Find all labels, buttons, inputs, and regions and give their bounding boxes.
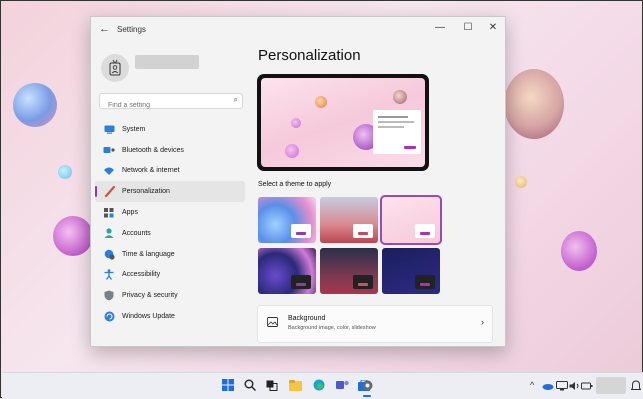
shield-icon [103, 290, 115, 302]
brush-icon [103, 186, 115, 198]
onedrive-icon[interactable] [541, 379, 555, 393]
sidebar-item-label: Accounts [122, 229, 151, 237]
sidebar-item-label: Apps [122, 209, 138, 217]
chevron-right-icon: › [481, 317, 484, 327]
background-title: Background [288, 315, 326, 322]
search-icon[interactable] [243, 378, 257, 392]
preview-window-card [373, 110, 421, 154]
active-app-indicator [363, 395, 371, 397]
accessibility-icon [103, 269, 115, 281]
account-name-redacted [135, 55, 199, 69]
page-title: Personalization [258, 47, 361, 64]
wallpaper-orb-small [58, 165, 72, 179]
wallpaper-planet-left [13, 83, 57, 127]
task-view-icon[interactable] [265, 378, 279, 392]
themes-section-label: Select a theme to apply [258, 181, 332, 188]
notification-icon[interactable] [629, 379, 643, 393]
search-box[interactable]: ⌕ [99, 93, 243, 110]
chevron-up-icon[interactable]: ^ [530, 380, 534, 390]
sidebar-item-accounts[interactable]: Accounts [95, 223, 245, 244]
avatar[interactable] [101, 54, 129, 82]
sidebar-item-label: Bluetooth & devices [122, 146, 184, 154]
wallpaper-orb-right [515, 176, 527, 188]
background-setting-row[interactable]: Background Background image, color, slid… [257, 305, 493, 343]
sidebar-item-label: Privacy & security [122, 292, 178, 300]
file-explorer-icon[interactable] [288, 378, 302, 392]
person-icon [103, 227, 115, 239]
edge-icon[interactable] [312, 378, 326, 392]
sidebar-item-label: Windows Update [122, 313, 175, 321]
preview-planet-5 [285, 144, 299, 158]
active-indicator [95, 186, 97, 198]
main-content: Personalization Select a theme to apply … [257, 17, 505, 346]
sidebar-item-system[interactable]: System [95, 119, 245, 140]
network-icon[interactable] [555, 379, 569, 393]
sidebar-item-time-language[interactable]: Time & language [95, 244, 245, 265]
clock-redacted[interactable] [596, 377, 626, 394]
sidebar-item-label: Personalization [122, 188, 170, 196]
desktop: ← Settings — ☐ ✕ ⌕ System [0, 0, 643, 399]
back-button[interactable]: ← [99, 23, 110, 35]
wallpaper-planet-right [561, 231, 597, 271]
globe-clock-icon [103, 248, 115, 260]
theme-glow-dark[interactable] [320, 248, 378, 294]
image-icon [267, 317, 278, 327]
windows-start-icon[interactable] [221, 378, 235, 392]
sidebar-item-network[interactable]: Network & internet [95, 161, 245, 182]
preview-planet-1 [315, 96, 327, 108]
search-icon[interactable]: ⌕ [234, 95, 238, 105]
preview-planet-4 [393, 90, 407, 104]
sidebar-item-label: Network & internet [122, 167, 180, 175]
sidebar-item-windows-update[interactable]: Windows Update [95, 306, 245, 327]
wallpaper-planet-pink [53, 216, 93, 256]
theme-bloom-dark[interactable] [258, 248, 316, 294]
sidebar-item-label: System [122, 125, 146, 133]
wallpaper-cookie-planet [504, 69, 564, 139]
taskbar: ^ [2, 372, 643, 399]
apps-icon [103, 207, 115, 219]
sidebar-nav: System Bluetooth & devices Network & int… [95, 119, 245, 327]
sidebar-item-apps[interactable]: Apps [95, 202, 245, 223]
wifi-icon [103, 165, 115, 177]
settings-icon[interactable] [360, 378, 374, 392]
theme-glow-light[interactable] [320, 197, 378, 243]
display-icon [103, 123, 115, 135]
preview-wallpaper [261, 78, 425, 167]
battery-icon[interactable] [580, 379, 594, 393]
sidebar-item-privacy-security[interactable]: Privacy & security [95, 285, 245, 306]
background-subtitle: Background image, color, slideshow [288, 325, 376, 331]
teams-icon[interactable] [335, 378, 349, 392]
theme-bloom-light[interactable] [258, 197, 316, 243]
sidebar-item-label: Accessibility [122, 271, 161, 279]
settings-window: ← Settings — ☐ ✕ ⌕ System [90, 16, 506, 347]
preview-planet-2 [291, 118, 301, 128]
search-input[interactable] [106, 101, 230, 110]
theme-space-light[interactable] [380, 195, 442, 245]
theme-space-dark[interactable] [382, 248, 440, 294]
theme-preview [257, 74, 429, 171]
update-icon [103, 311, 115, 323]
sidebar-item-accessibility[interactable]: Accessibility [95, 265, 245, 286]
id-badge-icon [109, 59, 121, 76]
bluetooth-icon [103, 144, 115, 156]
sidebar-item-personalization[interactable]: Personalization [95, 181, 245, 203]
window-title: Settings [117, 25, 146, 34]
sidebar-item-label: Time & language [122, 250, 175, 258]
sidebar-item-bluetooth[interactable]: Bluetooth & devices [95, 140, 245, 161]
